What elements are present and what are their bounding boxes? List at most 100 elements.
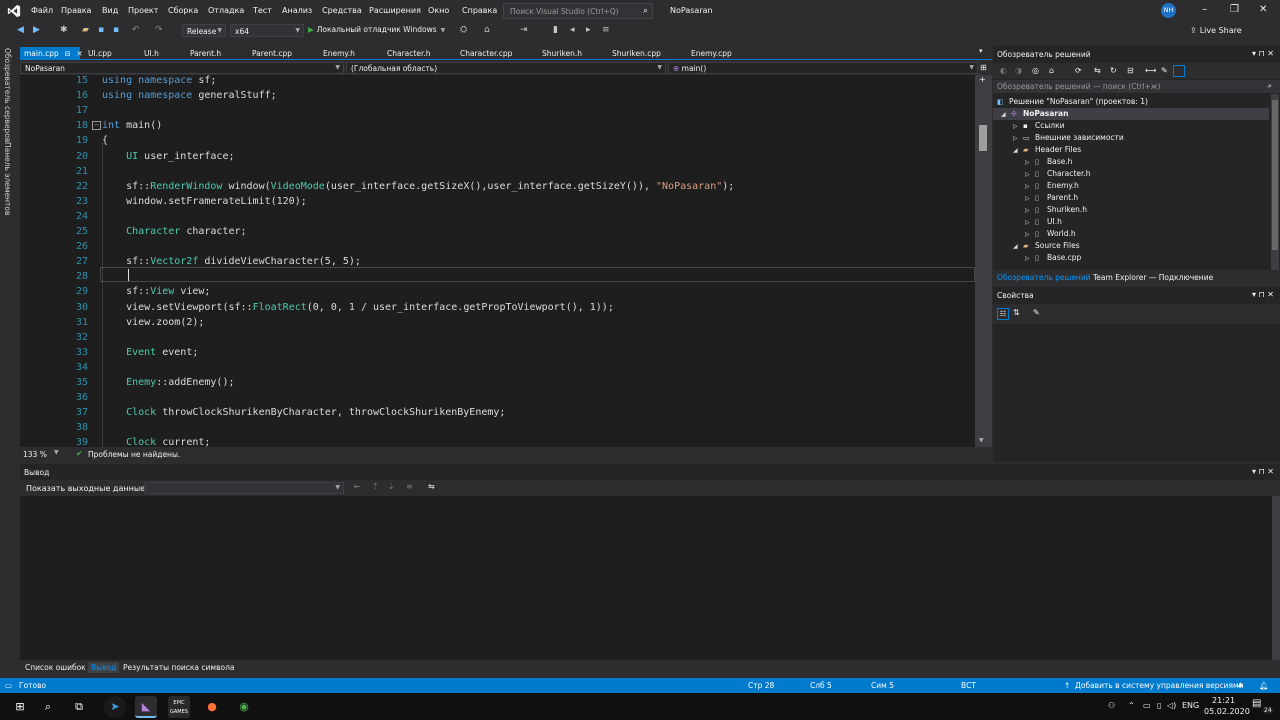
next-message-icon[interactable]: ⇣ — [388, 482, 395, 491]
collapse-all-icon[interactable]: ⊟ — [1127, 66, 1134, 75]
tree-external-deps[interactable]: ▷ ▭ Внешние зависимости — [1013, 132, 1124, 144]
chrome-icon[interactable]: ◉ — [233, 696, 255, 718]
code-line[interactable]: using namespace generalStuff; — [102, 90, 277, 101]
home-icon[interactable]: ⌂ — [1049, 66, 1054, 75]
toolbox-tab[interactable]: Панель элементов — [3, 142, 12, 215]
code-line[interactable]: Character character; — [102, 226, 246, 237]
open-folder-icon[interactable]: ▰ — [82, 25, 89, 35]
language-indicator[interactable]: ENG — [1182, 701, 1199, 710]
tree-header-file[interactable]: ▷ ▯ Base.h — [1025, 156, 1072, 168]
forward-icon[interactable]: ▶ — [33, 25, 40, 35]
start-debugging-button[interactable]: ▶ Локальный отладчик Windows ▼ — [308, 25, 445, 34]
tree-header-file[interactable]: ▷ ▯ Parent.h — [1025, 192, 1078, 204]
menu-edit[interactable]: Правка — [61, 6, 91, 15]
tree-header-files[interactable]: ◢ ▰ Header Files — [1013, 144, 1081, 156]
tree-header-file[interactable]: ▷ ▯ Shuriken.h — [1025, 204, 1087, 216]
tab-output[interactable]: Вывод — [88, 662, 120, 673]
preview-icon[interactable] — [1173, 65, 1185, 77]
menu-tools[interactable]: Средства — [322, 6, 362, 15]
menu-file[interactable]: Файл — [31, 6, 53, 15]
property-pages-icon[interactable]: ✎ — [1033, 308, 1040, 317]
editor-scrollbar[interactable]: + ▼ — [975, 75, 992, 447]
menu-view[interactable]: Вид — [102, 6, 118, 15]
collapse-toggle[interactable]: − — [92, 121, 101, 130]
code-editor[interactable]: − 15 using namespace sf; 16 using namespace… — [20, 75, 975, 447]
visual-studio-taskbar-icon[interactable]: ◣ — [135, 696, 157, 718]
panel-controls[interactable]: ▾ ⊓ ✕ — [1252, 290, 1274, 299]
pending-changes-icon[interactable]: ⟳ — [1075, 66, 1082, 75]
menu-debug[interactable]: Отладка — [208, 6, 244, 15]
volume-icon[interactable]: ◁) — [1167, 701, 1176, 710]
scroll-up-icon[interactable]: + — [979, 75, 986, 84]
save-all-icon[interactable]: ▪ — [113, 25, 119, 35]
action-center-icon[interactable]: ▤ — [1252, 698, 1261, 709]
chevron-down-icon[interactable]: ▼ — [54, 449, 59, 456]
bookmark-next-icon[interactable]: ▸ — [586, 25, 591, 35]
issues-status[interactable]: Проблемы не найдены. — [88, 450, 180, 459]
categorized-icon[interactable]: ☷ — [997, 308, 1009, 320]
code-line[interactable]: int main() — [102, 120, 162, 131]
code-line[interactable]: view.setViewport(sf::FloatRect(0, 0, 1 /… — [102, 302, 614, 313]
menu-analyze[interactable]: Анализ — [282, 6, 312, 15]
code-line[interactable]: window.setFramerateLimit(120); — [102, 196, 307, 207]
bookmark-prev-icon[interactable]: ◂ — [570, 25, 575, 35]
tree-references[interactable]: ▷ ▪ Ссылки — [1013, 120, 1064, 132]
menu-project[interactable]: Проект — [128, 6, 158, 15]
save-icon[interactable]: ▪ — [98, 25, 104, 35]
chevron-up-icon[interactable]: ▲ — [1238, 681, 1243, 688]
firefox-icon[interactable]: ● — [201, 696, 223, 718]
minimize-icon[interactable]: – — [1202, 4, 1207, 15]
live-share-button[interactable]: ⇪ Live Share — [1190, 26, 1242, 35]
sync-icon[interactable]: ◎ — [1032, 66, 1039, 75]
telegram-icon[interactable]: ➤ — [104, 696, 126, 718]
zoom-level[interactable]: 133 % — [23, 450, 47, 459]
step-icon[interactable]: ⇥ — [520, 25, 528, 35]
tab-overflow-icon[interactable]: ▾ — [979, 47, 983, 55]
avatar[interactable]: NH — [1161, 3, 1176, 18]
tree-solution[interactable]: ◧ Решение "NoPasaran" (проектов: 1) — [997, 96, 1148, 108]
panel-controls[interactable]: ▾ ⊓ ✕ — [1252, 49, 1274, 58]
undo-icon[interactable]: ↶ — [132, 25, 140, 35]
tree-source-files[interactable]: ◢ ▰ Source Files — [1013, 240, 1080, 252]
clear-all-icon[interactable]: ≡ — [406, 482, 413, 491]
tree-header-file[interactable]: ▷ ▯ Character.h — [1025, 168, 1090, 180]
close-icon[interactable]: ✕ — [77, 50, 83, 58]
output-source-dropdown[interactable]: ▼ — [144, 482, 344, 494]
menu-extensions[interactable]: Расширения — [369, 6, 421, 15]
task-view-icon[interactable]: ⧉ — [68, 696, 90, 718]
output-scrollbar[interactable] — [1272, 496, 1280, 660]
code-line[interactable]: { — [102, 135, 108, 146]
previous-message-icon[interactable]: ⇡ — [372, 482, 379, 491]
network-icon[interactable]: ▭ — [1143, 701, 1151, 710]
people-icon[interactable]: ⚇ — [1108, 701, 1115, 710]
back-icon[interactable]: ◐ — [1000, 66, 1007, 75]
code-line[interactable]: Enemy::addEnemy(); — [102, 377, 234, 388]
pin-icon[interactable]: ⊟ — [65, 50, 71, 58]
clock-date[interactable]: 05.02.2020 — [1204, 707, 1250, 716]
menu-build[interactable]: Сборка — [168, 6, 198, 15]
search-input[interactable]: Поиск Visual Studio (Ctrl+Q) ⌕ — [503, 3, 653, 19]
code-line[interactable]: sf::Vector2f divideViewCharacter(5, 5); — [102, 256, 361, 267]
code-line[interactable]: sf::View view; — [102, 286, 210, 297]
new-project-icon[interactable]: ✱ — [60, 25, 68, 35]
notifications-icon[interactable]: 🔔︎ — [1259, 681, 1269, 690]
menu-test[interactable]: Тест — [253, 6, 272, 15]
alphabetical-icon[interactable]: ⇅ — [1013, 308, 1020, 317]
solution-scrollbar[interactable] — [1271, 94, 1279, 270]
scrollbar-thumb[interactable] — [979, 125, 987, 151]
epic-games-icon[interactable]: EPIC GAMES — [168, 696, 190, 718]
code-line[interactable]: Event event; — [102, 347, 198, 358]
windows-start-icon[interactable]: ⊞ — [9, 696, 31, 718]
code-line[interactable]: UI user_interface; — [102, 151, 234, 162]
properties-icon[interactable]: ✎ — [1161, 66, 1168, 75]
code-line[interactable]: Clock throwClockShurikenByCharacter, thr… — [102, 407, 505, 418]
browse-icon[interactable]: ⌂ — [484, 25, 490, 35]
battery-icon[interactable]: ▯ — [1157, 701, 1161, 710]
close-icon[interactable]: ✕ — [1259, 4, 1267, 15]
tree-project[interactable]: ◢ ✣ NoPasaran — [993, 108, 1269, 120]
bookmark-icon[interactable]: ▮ — [553, 25, 558, 35]
tab-find-symbol-results[interactable]: Результаты поиска символа — [120, 662, 237, 673]
back-icon[interactable]: ◀ — [17, 25, 24, 35]
refresh-icon[interactable]: ↻ — [1110, 66, 1117, 75]
server-explorer-tab[interactable]: Обозреватель серверов — [3, 48, 12, 142]
